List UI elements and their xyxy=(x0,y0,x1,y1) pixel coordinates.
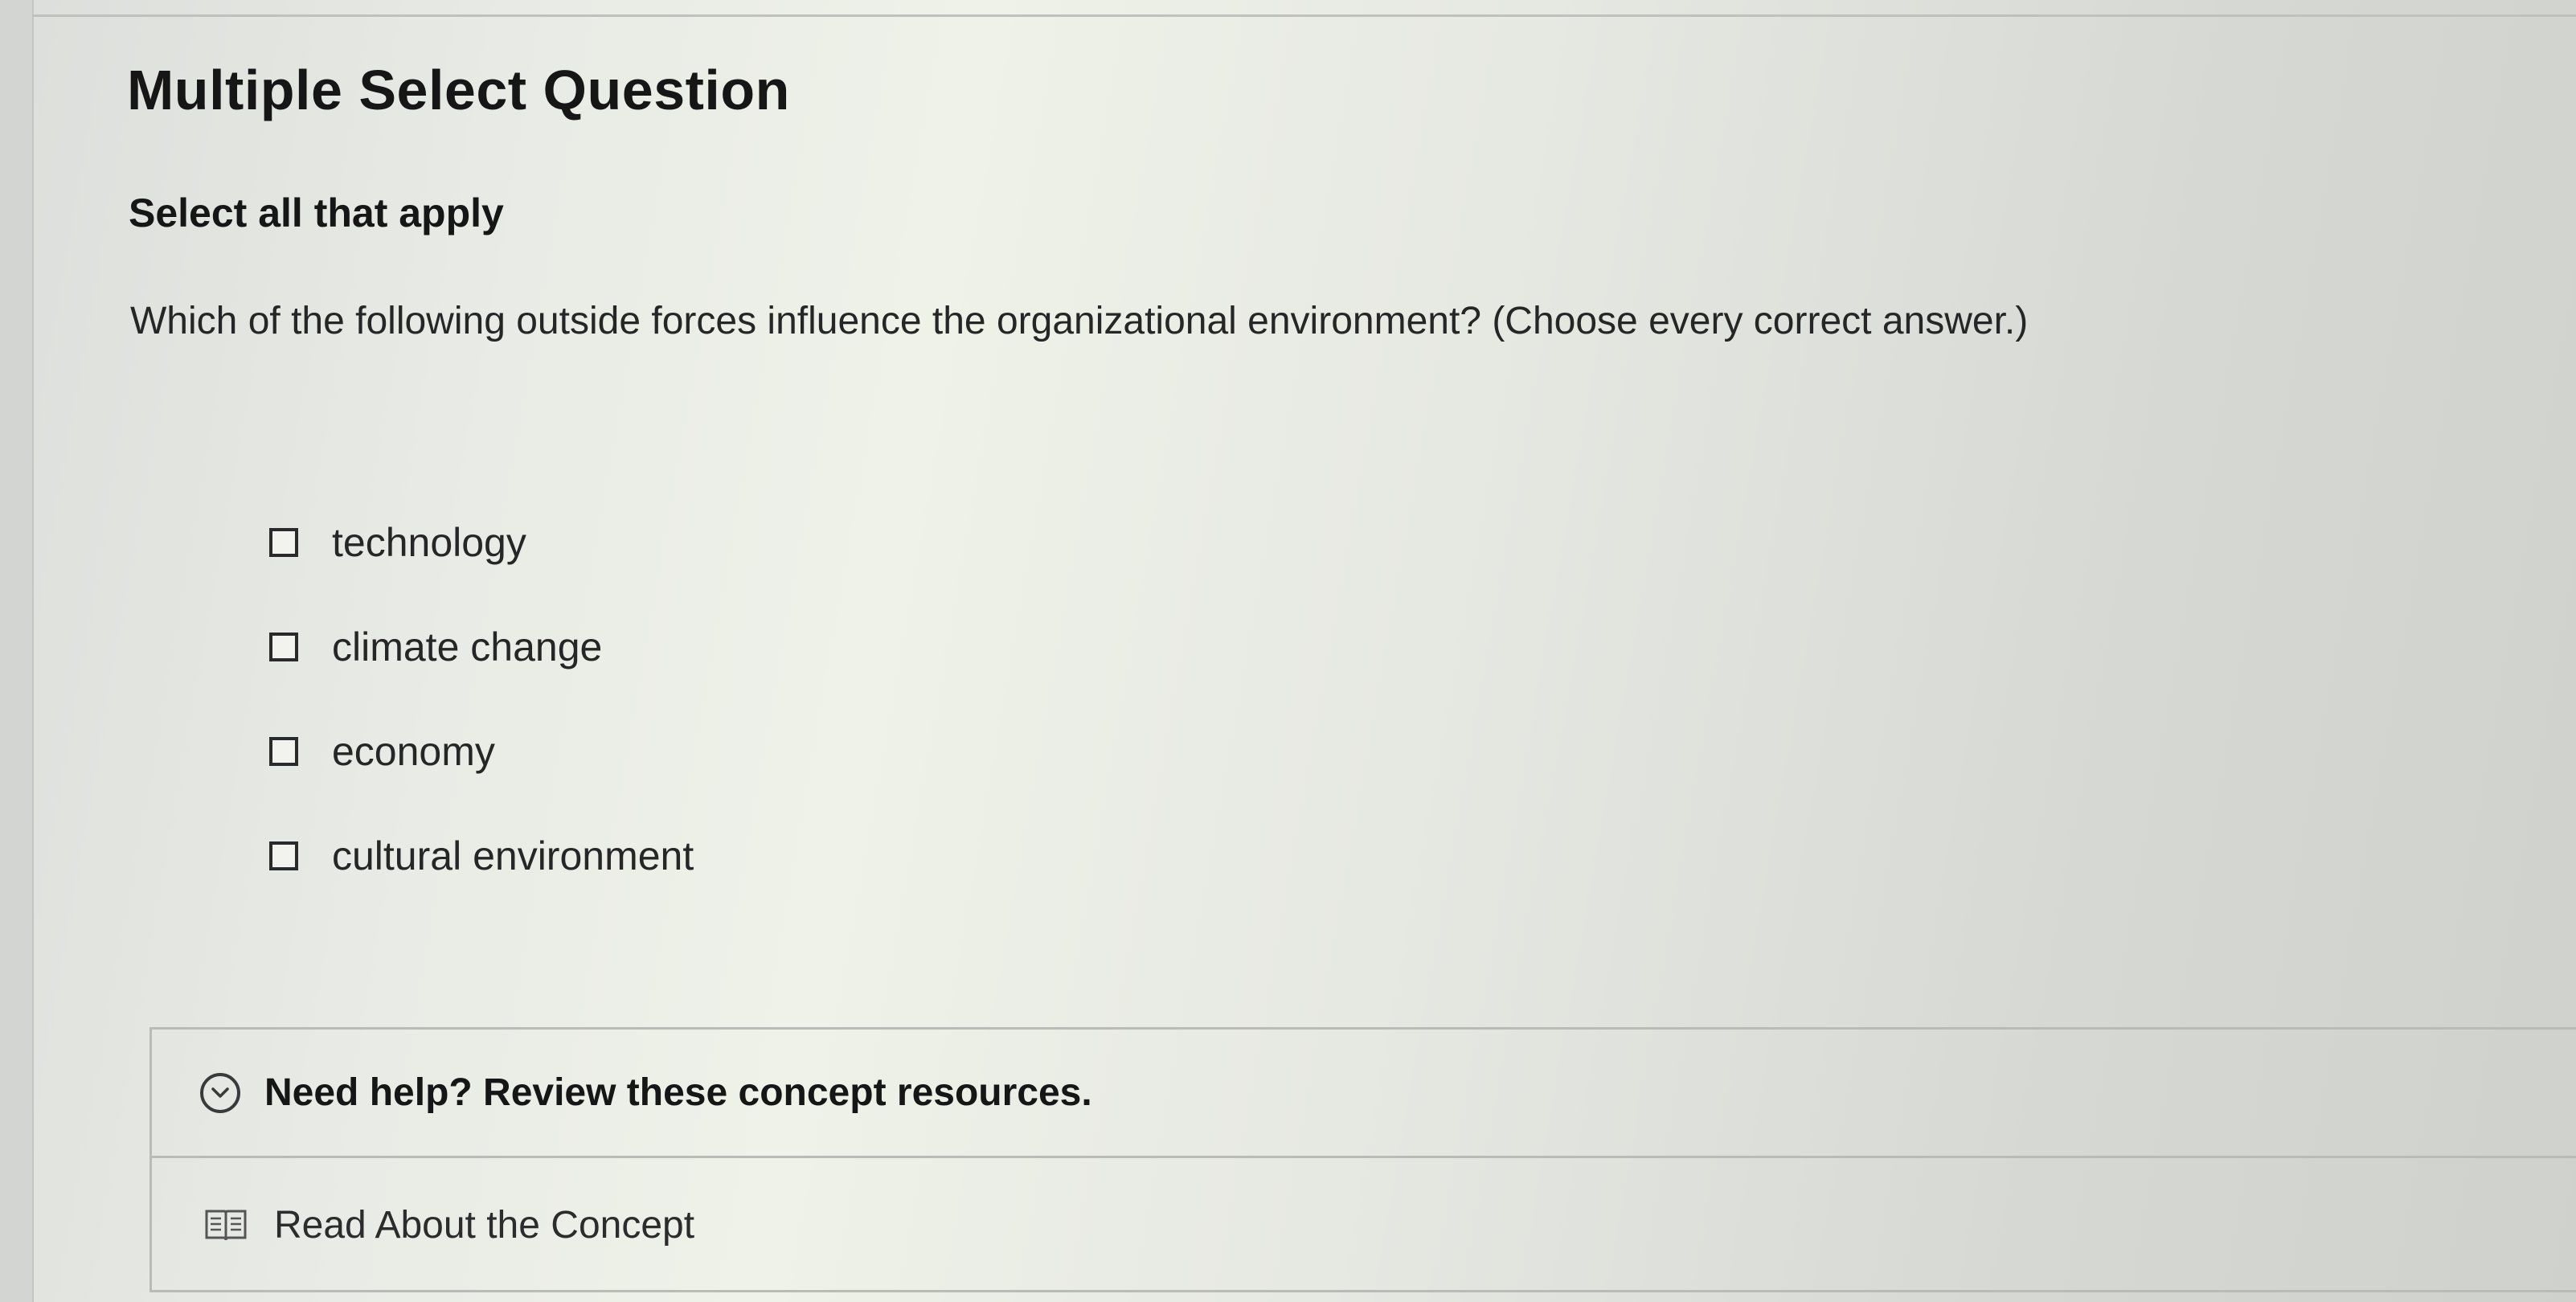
answer-options: technology climate change economy cultur… xyxy=(269,514,694,932)
left-rail xyxy=(0,0,34,1302)
option-technology[interactable]: technology xyxy=(269,514,694,571)
help-panel: Need help? Review these concept resource… xyxy=(149,1027,2576,1292)
help-toggle-label: Need help? Review these concept resource… xyxy=(264,1071,1092,1114)
question-prompt: Which of the following outside forces in… xyxy=(130,300,2029,342)
checkbox[interactable] xyxy=(269,633,298,661)
book-icon xyxy=(203,1206,248,1243)
chevron-down-circle-icon xyxy=(200,1072,240,1113)
read-about-concept-link[interactable]: Read About the Concept xyxy=(152,1161,2576,1289)
top-divider xyxy=(32,14,2576,17)
option-label: technology xyxy=(332,520,526,565)
checkbox[interactable] xyxy=(269,528,298,557)
checkbox[interactable] xyxy=(269,737,298,766)
option-label: economy xyxy=(332,729,495,774)
option-climate-change[interactable]: climate change xyxy=(269,619,694,675)
read-about-concept-label: Read About the Concept xyxy=(274,1203,695,1247)
question-type-title: Multiple Select Question xyxy=(127,59,790,121)
option-cultural-environment[interactable]: cultural environment xyxy=(269,828,694,884)
checkbox[interactable] xyxy=(269,841,298,870)
option-economy[interactable]: economy xyxy=(269,723,694,780)
option-label: cultural environment xyxy=(332,833,694,878)
help-resources-toggle[interactable]: Need help? Review these concept resource… xyxy=(152,1030,2576,1158)
question-instruction: Select all that apply xyxy=(129,190,504,235)
option-label: climate change xyxy=(332,624,603,669)
